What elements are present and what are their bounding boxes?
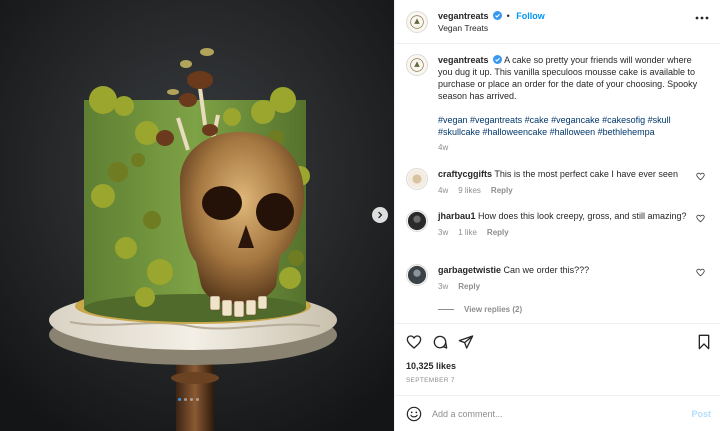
like-button[interactable] [406,334,422,352]
share-icon [458,335,474,349]
reply-button[interactable]: Reply [491,185,513,197]
likes-count[interactable]: 10,325 likes [406,361,456,371]
carousel-dot [178,398,181,401]
share-button[interactable] [458,334,474,352]
comment-input[interactable] [432,408,672,419]
bookmark-icon [698,334,710,350]
cake-photo [0,0,394,431]
post-side-panel: vegantreats • Follow Vegan Treats vegant… [394,0,720,431]
verified-badge-icon [493,55,503,64]
verified-badge-icon [493,10,503,20]
caption-time: 4w [438,143,449,152]
next-slide-button[interactable] [372,207,388,223]
avatar[interactable] [406,264,428,286]
post-dialog: vegantreats • Follow Vegan Treats vegant… [0,0,720,431]
carousel-dot [184,398,187,401]
comment-likes[interactable]: 9 likes [458,185,481,197]
caption-username[interactable]: vegantreats [438,55,489,65]
post-header: vegantreats • Follow Vegan Treats [395,0,720,44]
follow-button[interactable]: Follow [516,11,545,21]
comment-text: Can we order this??? [503,265,590,275]
comment-username[interactable]: garbagetwistie [438,265,501,275]
comment-text: How does this look creepy, gross, and st… [478,211,687,221]
comment-username[interactable]: jharbau1 [438,211,476,221]
chevron-right-icon [378,211,383,219]
carousel-dot [196,398,199,401]
heart-icon[interactable] [696,268,705,277]
caption-hashtags[interactable]: #vegan #vegantreats #cake #vegancake #ca… [438,114,700,138]
heart-icon[interactable] [696,172,705,181]
header-display-name: Vegan Treats [438,22,489,33]
separator-dot: • [506,10,510,21]
divider-line [438,309,454,310]
avatar[interactable] [406,168,428,190]
reply-button[interactable]: Reply [458,281,480,293]
comment-time: 3w [438,228,449,237]
avatar[interactable] [406,210,428,232]
heart-icon[interactable] [696,214,705,223]
action-bar [406,334,474,352]
comment-composer: Post [395,395,720,431]
carousel-indicator [178,398,199,401]
comment-time: 4w [438,186,449,195]
comment-text: This is the most perfect cake I have eve… [494,169,678,179]
post-date: SEPTEMBER 7 [406,377,455,384]
avatar[interactable] [406,10,428,33]
post-actions-section: 10,325 likes SEPTEMBER 7 [395,323,720,395]
more-horizontal-icon[interactable] [695,16,709,20]
header-username[interactable]: vegantreats [438,11,489,21]
comment-time: 3w [438,282,449,291]
reply-button[interactable]: Reply [487,227,509,239]
view-replies-button[interactable]: View replies (2) [438,305,522,314]
carousel-dot [190,398,193,401]
post-comment-button[interactable]: Post [691,409,711,419]
avatar[interactable] [406,54,428,76]
view-replies-label: View replies (2) [464,305,523,314]
post-media [0,0,394,431]
comment-icon [433,335,448,349]
heart-icon [406,335,422,349]
comment-username[interactable]: craftycggifts [438,169,492,179]
post-caption: vegantreats A cake so pretty your friend… [406,54,706,154]
comment-item: craftycggifts This is the most perfect c… [406,168,711,197]
comment-item: garbagetwistie Can we order this??? 3w R… [406,264,711,293]
save-button[interactable] [697,334,711,352]
comment-likes[interactable]: 1 like [458,227,477,239]
comment-item: jharbau1 How does this look creepy, gros… [406,210,711,239]
emoji-icon[interactable] [406,406,422,422]
comment-button[interactable] [432,334,448,352]
